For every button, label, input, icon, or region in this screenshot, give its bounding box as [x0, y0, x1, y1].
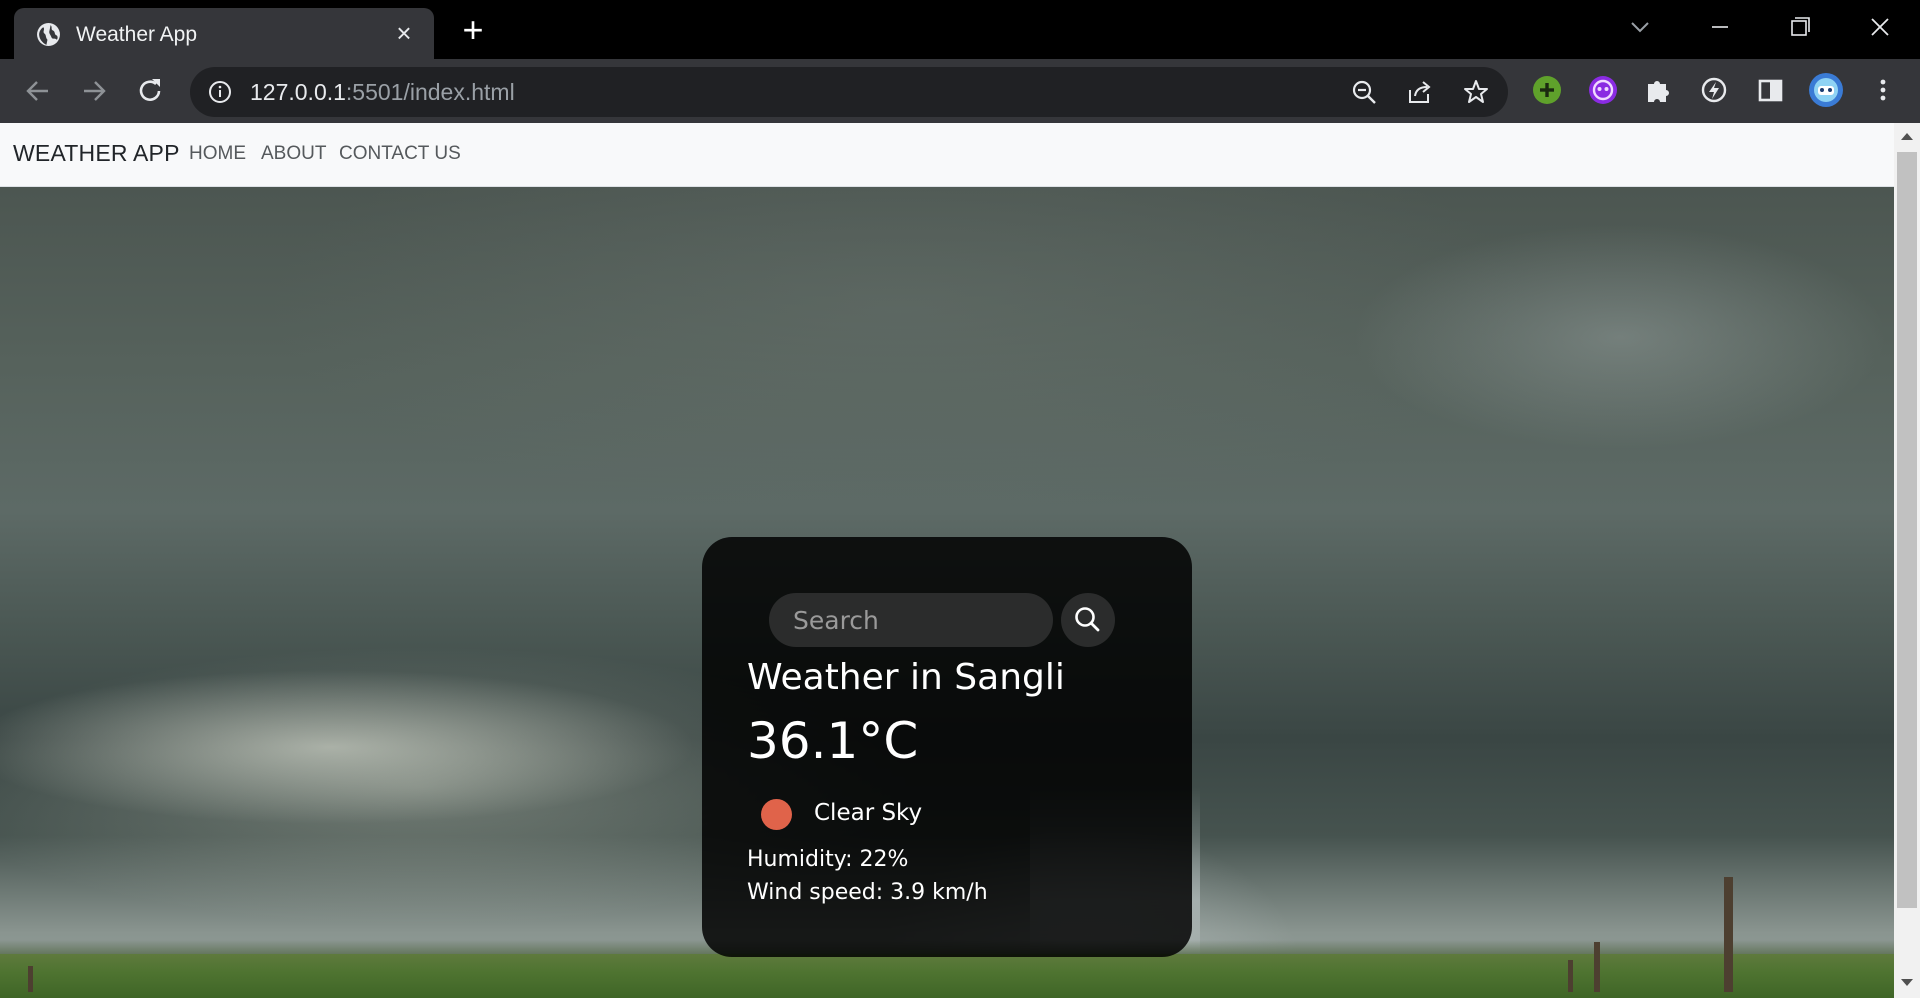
- scroll-up-arrow-icon[interactable]: [1901, 133, 1913, 140]
- window-close-icon[interactable]: [1860, 10, 1900, 44]
- search-icon: [1075, 607, 1100, 632]
- site-info-icon[interactable]: [208, 80, 232, 104]
- lightning-icon[interactable]: [1697, 73, 1731, 107]
- fence-post: [28, 966, 33, 992]
- url-text[interactable]: 127.0.0.1:5501/index.html: [250, 79, 515, 106]
- fence-post: [1594, 942, 1600, 992]
- zoom-out-icon[interactable]: [1350, 78, 1378, 106]
- temperature-value: 36.1°C: [747, 712, 919, 770]
- tab-search-chevron-icon[interactable]: [1620, 10, 1660, 44]
- share-icon[interactable]: [1406, 78, 1434, 106]
- forward-arrow-icon[interactable]: [76, 73, 112, 109]
- minimize-icon[interactable]: [1700, 10, 1740, 44]
- wind-speed-text: Wind speed: 3.9 km/h: [747, 880, 988, 905]
- extension-purple-icon[interactable]: [1586, 73, 1620, 107]
- back-arrow-icon[interactable]: [20, 73, 56, 109]
- search-input[interactable]: [769, 593, 1053, 647]
- tab-close-icon[interactable]: ×: [392, 20, 416, 46]
- tab-title: Weather App: [76, 23, 198, 46]
- puzzle-icon[interactable]: [1641, 73, 1675, 107]
- new-tab-button[interactable]: +: [456, 12, 490, 48]
- address-bar[interactable]: 127.0.0.1:5501/index.html: [190, 67, 1508, 117]
- page-viewport: WEATHER APP HOME ABOUT CONTACT US Weathe…: [0, 123, 1920, 998]
- scrollbar-thumb[interactable]: [1897, 152, 1917, 908]
- reload-icon[interactable]: [132, 73, 168, 109]
- globe-icon: [37, 23, 60, 46]
- sidebar-icon[interactable]: [1753, 73, 1787, 107]
- weather-description: Clear Sky: [814, 800, 923, 826]
- url-path: :5501/index.html: [345, 79, 515, 105]
- vertical-scrollbar[interactable]: [1894, 123, 1920, 998]
- menu-dots-icon[interactable]: [1866, 73, 1900, 107]
- weather-card: Weather in Sangli 36.1°C Clear Sky Humid…: [702, 537, 1192, 957]
- fence-post: [1568, 960, 1573, 992]
- weather-condition-icon: [761, 799, 792, 830]
- nav-link-contact[interactable]: CONTACT US: [339, 143, 461, 165]
- humidity-text: Humidity: 22%: [747, 847, 909, 872]
- restore-icon[interactable]: [1780, 10, 1820, 44]
- site-brand[interactable]: WEATHER APP: [13, 140, 180, 167]
- tab-strip: Weather App × +: [0, 0, 1920, 59]
- search-button[interactable]: [1061, 593, 1115, 647]
- url-host: 127.0.0.1: [250, 79, 346, 105]
- scroll-down-arrow-icon[interactable]: [1901, 979, 1913, 986]
- nav-link-about[interactable]: ABOUT: [261, 143, 326, 165]
- extension-plus-icon[interactable]: [1530, 73, 1564, 107]
- city-heading: Weather in Sangli: [747, 657, 1065, 698]
- grass-field: [0, 954, 1894, 998]
- profile-avatar[interactable]: [1808, 72, 1844, 108]
- site-navbar: WEATHER APP HOME ABOUT CONTACT US: [0, 123, 1894, 187]
- nav-link-home[interactable]: HOME: [189, 143, 246, 165]
- browser-toolbar: 127.0.0.1:5501/index.html: [0, 59, 1920, 123]
- fence-post: [1724, 877, 1733, 992]
- star-icon[interactable]: [1462, 78, 1490, 106]
- browser-tab[interactable]: Weather App ×: [14, 8, 434, 59]
